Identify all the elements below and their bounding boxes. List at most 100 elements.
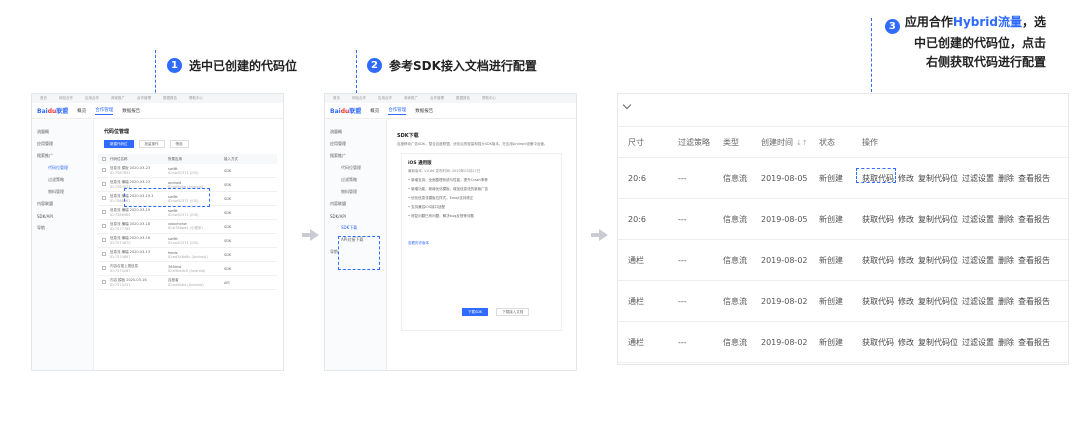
select-all-checkbox[interactable] xyxy=(102,156,106,161)
top-menu-item[interactable]: 帮助中心 xyxy=(189,96,203,101)
top-menu-item[interactable]: 网站合作 xyxy=(59,96,73,101)
sidebar-item[interactable]: 导航 xyxy=(32,222,93,234)
sidebar-item[interactable]: 内容联盟 xyxy=(325,198,386,210)
row-op-4[interactable]: 删除 xyxy=(998,214,1014,225)
cell-time: 2019-08-05 xyxy=(761,214,808,224)
nav-tab[interactable]: 概览 xyxy=(77,108,86,114)
sidebar-item-code-slot[interactable]: 代码位管理 xyxy=(32,162,93,174)
row-op-4[interactable]: 删除 xyxy=(998,296,1014,307)
sidebar-item[interactable]: 代码位管理 xyxy=(325,162,386,174)
top-menu-item[interactable]: 商家推广 xyxy=(111,96,125,101)
sidebar-item-sdk-download[interactable]: SDK下载 xyxy=(325,222,386,234)
row-op-2[interactable]: 复制代码位 xyxy=(918,296,958,307)
row-checkbox[interactable] xyxy=(102,210,106,214)
row-op-3[interactable]: 过滤设置 xyxy=(962,255,994,266)
row-op-5[interactable]: 查看报告 xyxy=(1018,214,1050,225)
row-op-1[interactable]: 修改 xyxy=(898,214,914,225)
top-menu-item[interactable]: 合作管理 xyxy=(137,96,151,101)
top-menu-item[interactable]: 首页 xyxy=(333,96,340,101)
row-op-1[interactable]: 修改 xyxy=(898,173,914,184)
row-checkbox[interactable] xyxy=(102,238,106,242)
top-menu-item[interactable]: 应用合作 xyxy=(378,96,392,101)
nav-tab[interactable]: 概览 xyxy=(370,108,379,114)
top-menu-item[interactable]: 数据报告 xyxy=(456,96,470,101)
top-menu-item[interactable]: 数据报告 xyxy=(163,96,177,101)
top-menu-item[interactable]: 应用合作 xyxy=(85,96,99,101)
batch-button[interactable]: 批量操作 xyxy=(138,140,165,148)
row-op-2[interactable]: 复制代码位 xyxy=(918,337,958,348)
new-code-slot-button[interactable]: 新建代码位 xyxy=(104,140,134,148)
row-op-1[interactable]: 修改 xyxy=(898,296,914,307)
history-versions-link[interactable]: 查看历史版本 xyxy=(408,241,555,246)
row-op-5[interactable]: 查看报告 xyxy=(1018,337,1050,348)
row-op-2[interactable]: 复制代码位 xyxy=(918,173,958,184)
nav-tab[interactable]: 数据报告 xyxy=(122,108,140,114)
row-checkbox[interactable] xyxy=(102,266,106,270)
sidebar-item[interactable]: 应用管理 xyxy=(325,138,386,150)
header-ops: 操作 xyxy=(862,137,878,147)
row-checkbox[interactable] xyxy=(102,224,106,228)
table-row[interactable]: 内容合搜上搜信息 ID:7574287 365test ID:e9bedc0 (And… xyxy=(98,262,277,276)
sidebar-item[interactable]: 搜索推广 xyxy=(32,150,93,162)
sidebar-item[interactable]: 过滤策略 xyxy=(325,174,386,186)
top-menu-item[interactable]: 首页 xyxy=(40,96,47,101)
row-op-2[interactable]: 复制代码位 xyxy=(918,214,958,225)
table-row[interactable]: 信息流 横幅 2020-03-13 ID:7574867 feeds ID:ed348… xyxy=(98,248,277,262)
sidebar-item[interactable]: 流量概 xyxy=(32,126,93,138)
row-op-4[interactable]: 删除 xyxy=(998,337,1014,348)
top-menu-item[interactable]: 商家推广 xyxy=(404,96,418,101)
row-op-3[interactable]: 过滤设置 xyxy=(962,173,994,184)
row-op-3[interactable]: 过滤设置 xyxy=(962,337,994,348)
nav-tab-active[interactable]: 合作管理 xyxy=(388,107,407,115)
row-checkbox[interactable] xyxy=(102,280,106,284)
row-op-0[interactable]: 获取代码 xyxy=(862,214,894,225)
row-op-3[interactable]: 过滤设置 xyxy=(962,214,994,225)
baidu-union-logo[interactable]: Baidu联盟 xyxy=(330,106,361,115)
row-op-0[interactable]: 获取代码 xyxy=(862,255,894,266)
sidebar-item[interactable]: 搜索推广 xyxy=(325,150,386,162)
row-checkbox[interactable] xyxy=(102,168,106,172)
sidebar-item[interactable]: 流量概 xyxy=(325,126,386,138)
cell-state: 新创建 xyxy=(819,214,843,224)
nav-tab[interactable]: 数据报告 xyxy=(415,108,433,114)
sidebar-item[interactable]: 应用管理 xyxy=(32,138,93,150)
filter-button[interactable]: 筛选 xyxy=(169,140,189,148)
sidebar-item-sdk-api[interactable]: SDK/API xyxy=(325,210,386,222)
row-checkbox[interactable] xyxy=(102,252,106,256)
row-checkbox[interactable] xyxy=(102,196,106,200)
sdk-version-meta: 最新版本: V4.86 发布时间: 2020年03月27日 xyxy=(408,169,481,173)
row-op-5[interactable]: 查看报告 xyxy=(1018,255,1050,266)
sort-icon[interactable]: ↓↑ xyxy=(796,139,808,147)
row-op-0[interactable]: 获取代码 xyxy=(862,337,894,348)
sidebar-item[interactable]: 物料管理 xyxy=(32,186,93,198)
table-row[interactable]: 信息流 横幅 2020-03-18 ID:7577785 xiaochenw ID:b… xyxy=(98,220,277,234)
top-menu-item[interactable]: 帮助中心 xyxy=(482,96,496,101)
download-docs-button[interactable]: 下载接入文档 xyxy=(496,308,530,316)
nav-tab-active[interactable]: 合作管理 xyxy=(95,107,114,115)
table-row[interactable]: 内容 模板 2020-03-16 ID:7574241 百度者 ID:ed9bb4 (… xyxy=(98,276,277,290)
chevron-down-icon[interactable] xyxy=(622,100,632,110)
sidebar-item[interactable]: SDK/API xyxy=(32,210,93,222)
sidebar-item[interactable]: 内容联盟 xyxy=(32,198,93,210)
cell-time: 2019-08-02 xyxy=(761,255,808,265)
row-checkbox[interactable] xyxy=(102,182,106,186)
row-op-1[interactable]: 修改 xyxy=(898,337,914,348)
sidebar-item[interactable]: 物料管理 xyxy=(325,186,386,198)
row-op-1[interactable]: 修改 xyxy=(898,255,914,266)
top-menu-item[interactable]: 合作管理 xyxy=(430,96,444,101)
row-op-5[interactable]: 查看报告 xyxy=(1018,173,1050,184)
table-row[interactable]: 信息流 横幅 2020-03-18 ID:7574870 swiftt ID:sw01… xyxy=(98,234,277,248)
row-op-4[interactable]: 删除 xyxy=(998,173,1014,184)
row-op-0[interactable]: 获取代码 xyxy=(862,296,894,307)
table-row[interactable]: 信息流 横幅 2020-03-19 ID:7586960 swiftt ID:sw01… xyxy=(98,206,277,220)
download-sdk-button[interactable]: 下载SDK xyxy=(462,308,489,316)
row-op-2[interactable]: 复制代码位 xyxy=(918,255,958,266)
row-op-5[interactable]: 查看报告 xyxy=(1018,296,1050,307)
table-row[interactable]: 信息流 模板 2020-03-23 ID:7587831 swiftt ID:sw01… xyxy=(98,164,277,178)
row-op-4[interactable]: 删除 xyxy=(998,255,1014,266)
baidu-union-logo[interactable]: Baidu联盟 xyxy=(37,106,68,115)
sidebar-item[interactable]: 过滤策略 xyxy=(32,174,93,186)
header-time[interactable]: 创建时间 ↓↑ xyxy=(761,137,819,148)
row-op-3[interactable]: 过滤设置 xyxy=(962,296,994,307)
top-menu-item[interactable]: 网站合作 xyxy=(352,96,366,101)
